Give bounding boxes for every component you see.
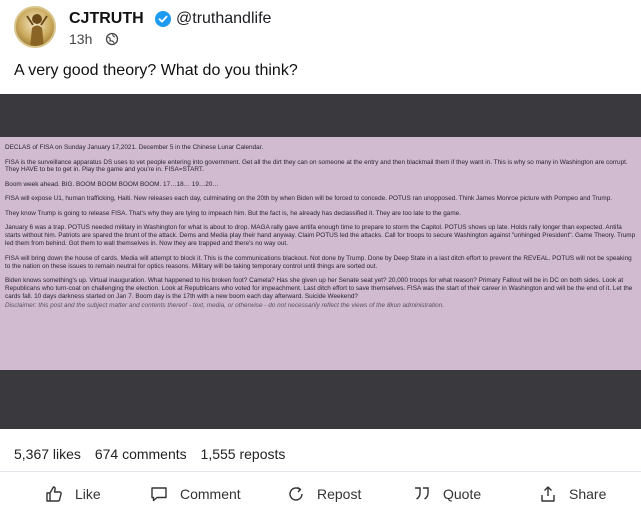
comment-button[interactable]: Comment bbox=[150, 480, 241, 508]
note-paragraph: FISA will bring down the house of cards.… bbox=[5, 254, 632, 270]
repost-icon bbox=[289, 486, 303, 501]
engagement-stats: 5,367 likes 674 comments 1,555 reposts bbox=[14, 446, 295, 462]
comments-count[interactable]: 674 comments bbox=[95, 446, 187, 462]
avatar-figure-icon bbox=[26, 14, 48, 46]
verified-badge-icon bbox=[155, 11, 171, 27]
likes-count[interactable]: 5,367 likes bbox=[14, 446, 81, 462]
comment-label: Comment bbox=[180, 486, 241, 502]
divider bbox=[0, 471, 641, 472]
note-paragraph: DECLAS of FISA on Sunday January 17,2021… bbox=[5, 144, 264, 151]
note-paragraph: January 6 was a trap. POTUS needed milit… bbox=[5, 224, 636, 248]
quote-button[interactable]: Quote bbox=[413, 480, 481, 508]
note-paragraph: They know Trump is going to release FISA… bbox=[5, 209, 462, 217]
note-paragraph: FISA is the surveillance apparatus DS us… bbox=[5, 158, 628, 174]
note-disclaimer: Disclaimer: this post and the subject ma… bbox=[5, 302, 445, 310]
comment-bubble-icon bbox=[151, 487, 167, 502]
post-header: CJTRUTH @truthandlife 13h bbox=[14, 6, 614, 48]
reposts-count[interactable]: 1,555 reposts bbox=[201, 446, 286, 462]
quote-label: Quote bbox=[443, 486, 482, 502]
action-bar: Like Comment Repost Quote Share bbox=[0, 480, 641, 508]
globe-icon bbox=[105, 32, 119, 46]
username[interactable]: CJTRUTH bbox=[69, 10, 144, 28]
user-handle[interactable]: @truthandlife bbox=[176, 10, 271, 28]
repost-button[interactable]: Repost bbox=[287, 480, 361, 508]
avatar[interactable] bbox=[14, 6, 56, 48]
like-label: Like bbox=[75, 486, 101, 502]
note-paragraph: Boom week ahead. BIG. BOOM BOOM BOOM BOO… bbox=[5, 180, 219, 188]
screenshot-note: DECLAS of FISA on Sunday January 17,2021… bbox=[0, 137, 641, 370]
thumbs-up-icon bbox=[46, 486, 62, 502]
note-paragraph: FISA will expose U1, human trafficking, … bbox=[5, 195, 613, 203]
note-paragraph: Biden knows something's up. Virtual inau… bbox=[5, 277, 633, 300]
share-icon bbox=[541, 486, 555, 502]
like-button[interactable]: Like bbox=[45, 480, 101, 508]
quote-icon bbox=[415, 487, 429, 500]
post-text: A very good theory? What do you think? bbox=[14, 62, 298, 79]
repost-label: Repost bbox=[317, 486, 362, 502]
post-time[interactable]: 13h bbox=[69, 31, 92, 47]
share-button[interactable]: Share bbox=[539, 480, 606, 508]
share-label: Share bbox=[569, 486, 607, 502]
